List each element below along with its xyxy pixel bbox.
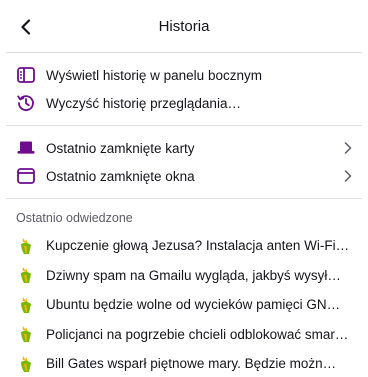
chevron-left-icon [19, 19, 33, 35]
history-actions: Wyświetl historię w panelu bocznym Wyczy… [0, 53, 368, 125]
show-history-sidebar-item[interactable]: Wyświetl historię w panelu bocznym [0, 61, 368, 89]
site-favicon-icon [16, 236, 36, 256]
history-entry[interactable]: Bill Gates wsparł piętnowe mary. Będzie … [0, 349, 368, 377]
history-entry[interactable]: Kupczenie głową Jezusa? Instalacja anten… [0, 231, 368, 261]
sidebar-icon [16, 65, 36, 85]
clear-history-item[interactable]: Wyczyść historię przeglądania… [0, 89, 368, 117]
window-icon [16, 166, 36, 186]
history-entry[interactable]: Ubuntu będzie wolne od wycieków pamięci … [0, 290, 368, 320]
history-entry[interactable]: Dziwny spam na Gmailu wygląda, jakbyś wy… [0, 261, 368, 291]
chevron-right-icon [342, 170, 354, 182]
site-favicon-icon [16, 354, 36, 374]
site-favicon-icon [16, 265, 36, 285]
recently-visited-section: Ostatnio odwiedzone Kupczenie głową Jezu… [0, 199, 368, 377]
history-panel: Historia Wyświetl historię w panelu bocz… [0, 0, 368, 377]
recently-closed-windows-item[interactable]: Ostatnio zamknięte okna [0, 162, 368, 190]
history-entry-label: Policjanci na pogrzebie chcieli odblokow… [46, 326, 349, 342]
recently-closed-tabs-label: Ostatnio zamknięte karty [46, 140, 195, 156]
back-button[interactable] [12, 13, 40, 41]
site-favicon-icon [16, 324, 36, 344]
history-entry[interactable]: Policjanci na pogrzebie chcieli odblokow… [0, 320, 368, 350]
panel-header: Historia [0, 0, 368, 52]
show-history-sidebar-label: Wyświetl historię w panelu bocznym [46, 67, 262, 83]
history-entry-label: Kupczenie głową Jezusa? Instalacja anten… [46, 238, 353, 254]
site-favicon-icon [16, 295, 36, 315]
tabs-icon [16, 138, 36, 158]
recently-visited-heading: Ostatnio odwiedzone [16, 211, 133, 225]
clear-history-label: Wyczyść historię przeglądania… [46, 95, 241, 111]
recently-closed-tabs-item[interactable]: Ostatnio zamknięte karty [0, 134, 368, 162]
clear-history-icon [16, 93, 36, 113]
history-entry-label: Bill Gates wsparł piętnowe mary. Będzie … [46, 356, 337, 372]
history-entry-label: Ubuntu będzie wolne od wycieków pamięci … [46, 297, 351, 313]
panel-title: Historia [158, 17, 210, 35]
recently-closed-windows-label: Ostatnio zamknięte okna [46, 168, 195, 184]
chevron-right-icon [342, 142, 354, 154]
history-entry-label: Dziwny spam na Gmailu wygląda, jakbyś wy… [46, 267, 341, 283]
recently-closed-section: Ostatnio zamknięte karty Ostatnio zamkni… [0, 126, 368, 198]
